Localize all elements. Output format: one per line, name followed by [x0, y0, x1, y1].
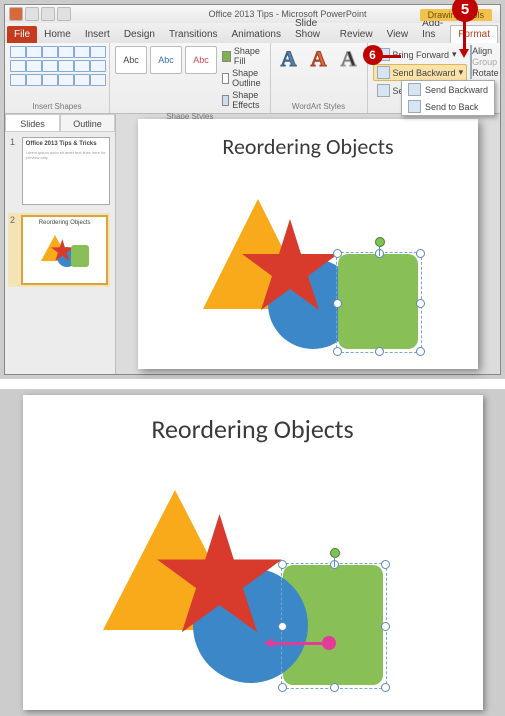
group-insert-shapes: Insert Shapes: [5, 43, 110, 113]
quick-access-toolbar: [9, 7, 71, 21]
wordart-style-1[interactable]: A: [276, 46, 302, 72]
tab-transitions[interactable]: Transitions: [162, 26, 225, 43]
qat-save[interactable]: [25, 7, 39, 21]
send-backward-button[interactable]: Send Backward ▾: [373, 64, 468, 81]
send-backward-icon: [377, 66, 390, 79]
thumb-1-num: 1: [10, 137, 18, 205]
result-panel: Reordering Objects: [0, 389, 505, 716]
tab-insert[interactable]: Insert: [78, 26, 117, 43]
annotation-dot: [322, 636, 336, 650]
app-icon[interactable]: [9, 7, 23, 21]
shape-style-1[interactable]: Abc: [115, 46, 147, 74]
slide: Reordering Objects: [138, 119, 478, 369]
tab-home[interactable]: Home: [37, 26, 78, 43]
slide-title: Reordering Objects: [138, 119, 478, 160]
selection-handles[interactable]: [336, 252, 422, 353]
wordart-gallery[interactable]: A A A: [276, 46, 362, 72]
tab-slideshow[interactable]: Slide Show: [288, 15, 333, 43]
pane-tab-outline[interactable]: Outline: [60, 114, 115, 132]
menu-send-backward[interactable]: Send Backward: [402, 81, 494, 98]
ribbon-tabs: Drawing Tools File Home Insert Design Tr…: [5, 23, 500, 43]
result-shapes: [103, 490, 423, 700]
shape-options: Shape Fill Shape Outline Shape Effects: [222, 46, 265, 110]
send-backward-menu-icon: [408, 83, 421, 96]
pane-tabs: Slides Outline: [5, 114, 115, 132]
shape-fill-button[interactable]: Shape Fill: [222, 46, 265, 66]
send-backward-dropdown: Send Backward Send to Back: [401, 80, 495, 116]
pane-tab-slides[interactable]: Slides: [5, 114, 60, 132]
send-to-back-menu-icon: [408, 100, 421, 113]
result-selection-handles[interactable]: [281, 563, 387, 689]
thumb-2-num: 2: [10, 215, 17, 285]
wordart-style-3[interactable]: A: [336, 46, 362, 72]
result-slide: Reordering Objects: [23, 395, 483, 710]
shape-outline-button[interactable]: Shape Outline: [222, 68, 265, 88]
thumb-2-preview: Reordering Objects: [21, 215, 108, 285]
thumb-1[interactable]: 1 Office 2013 Tips & Tricks Lorem ipsum …: [10, 137, 110, 205]
qat-undo[interactable]: [41, 7, 55, 21]
tab-review[interactable]: Review: [333, 26, 380, 43]
group-label-wordart: WordArt Styles: [276, 102, 362, 111]
annotation-arrow: [272, 642, 322, 645]
group-shape-styles: Abc Abc Abc Shape Fill Shape Outline Sha…: [110, 43, 271, 113]
shape-gallery[interactable]: [10, 46, 104, 86]
callout-6: 6: [363, 45, 383, 65]
tab-design[interactable]: Design: [117, 26, 162, 43]
qat-redo[interactable]: [57, 7, 71, 21]
result-rotate-handle[interactable]: [330, 548, 340, 558]
callout-5-arrow: [463, 20, 466, 50]
wordart-style-2[interactable]: A: [306, 46, 332, 72]
shape-style-3[interactable]: Abc: [185, 46, 217, 74]
shape-effects-button[interactable]: Shape Effects: [222, 90, 265, 110]
result-slide-title: Reordering Objects: [23, 395, 483, 445]
rotate-handle[interactable]: [375, 237, 385, 247]
tab-file[interactable]: File: [7, 26, 37, 43]
slide-panel: Slides Outline 1 Office 2013 Tips & Tric…: [5, 114, 116, 374]
thumb-1-preview: Office 2013 Tips & Tricks Lorem ipsum do…: [22, 137, 110, 205]
rotate-button[interactable]: Rotate: [470, 68, 499, 78]
workspace: Slides Outline 1 Office 2013 Tips & Tric…: [5, 114, 500, 374]
selection-pane-icon: [377, 84, 390, 97]
tab-view[interactable]: View: [380, 26, 416, 43]
tab-format[interactable]: Format: [450, 25, 498, 43]
thumbnails: 1 Office 2013 Tips & Tricks Lorem ipsum …: [5, 132, 115, 374]
tab-animations[interactable]: Animations: [225, 26, 288, 43]
ribbon: Insert Shapes Abc Abc Abc Shape Fill Sha…: [5, 43, 500, 114]
shape-style-gallery[interactable]: Abc Abc Abc: [115, 46, 217, 110]
shapes-container: [198, 199, 438, 359]
align-button[interactable]: Align: [470, 46, 499, 56]
group-button[interactable]: Group: [470, 57, 499, 67]
group-label-insert-shapes: Insert Shapes: [10, 102, 104, 111]
thumb-2[interactable]: 2 Reordering Objects: [8, 213, 110, 287]
menu-send-to-back[interactable]: Send to Back: [402, 98, 494, 115]
shape-style-2[interactable]: Abc: [150, 46, 182, 74]
app-window: Office 2013 Tips - Microsoft PowerPoint …: [4, 4, 501, 375]
slide-canvas[interactable]: Reordering Objects: [116, 114, 500, 374]
group-wordart: A A A WordArt Styles 6: [271, 43, 368, 113]
